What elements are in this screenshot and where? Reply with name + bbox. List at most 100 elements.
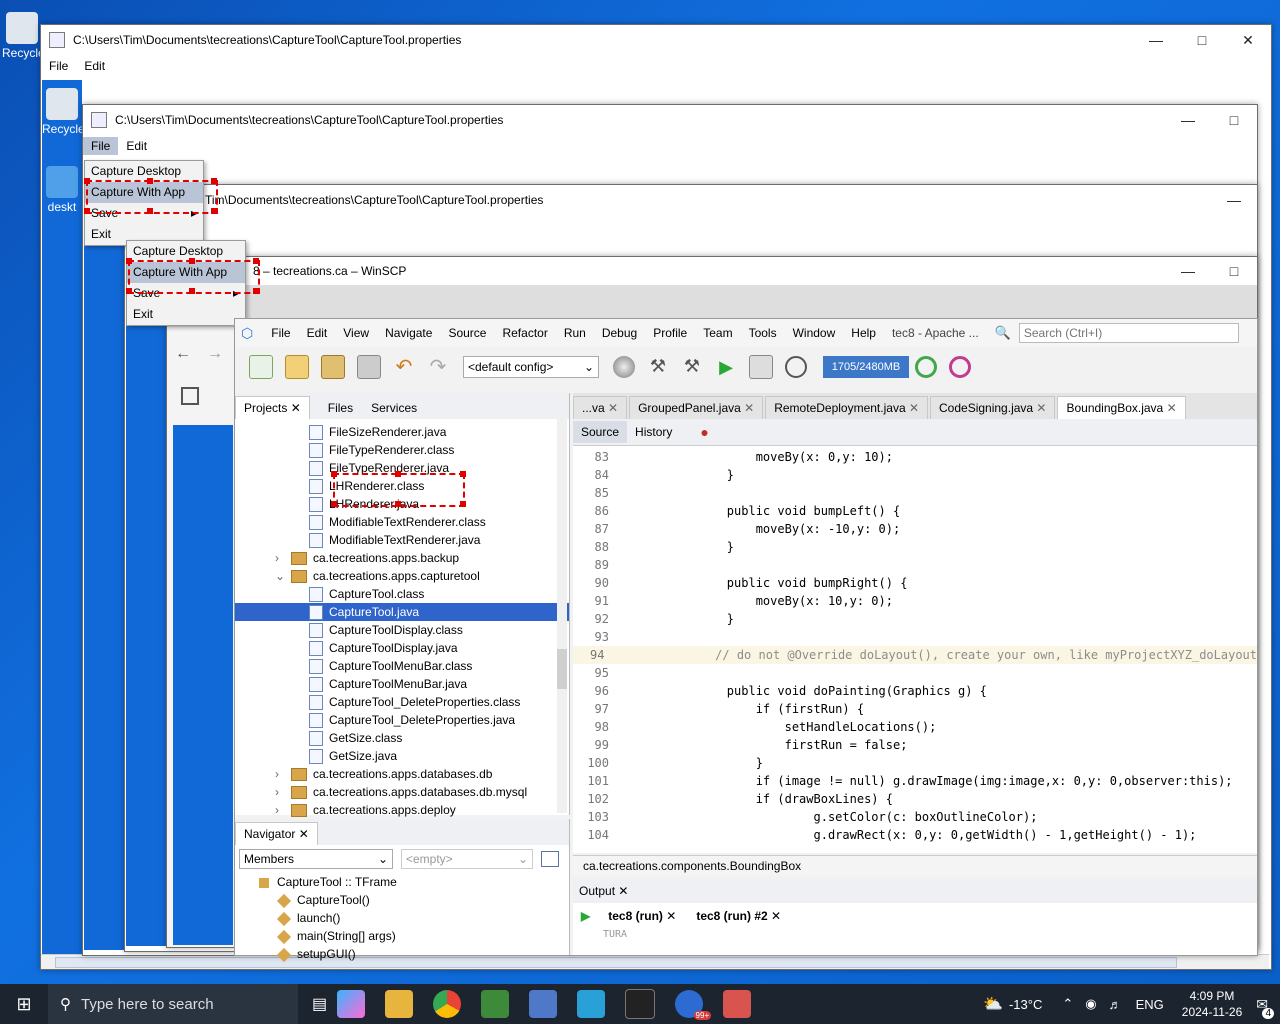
close-icon[interactable]: ✕ xyxy=(1163,401,1177,415)
tab-run-1[interactable]: tec8 (run) ✕ xyxy=(598,909,686,923)
editor-tab[interactable]: GroupedPanel.java ✕ xyxy=(629,396,764,419)
code-line[interactable]: 86 public void bumpLeft() { xyxy=(573,502,1257,520)
code-line[interactable]: 84 } xyxy=(573,466,1257,484)
line-number[interactable]: 93 xyxy=(573,628,613,646)
resize-handle[interactable] xyxy=(253,258,259,264)
weather-temp[interactable]: -13°C xyxy=(1009,997,1042,1012)
globe-icon[interactable] xyxy=(613,356,635,378)
maximize-button[interactable]: □ xyxy=(1211,256,1257,286)
tab-projects[interactable]: Projects ✕ xyxy=(235,396,310,419)
nb-menu-team[interactable]: Team xyxy=(695,326,740,340)
file-node[interactable]: ModifiableTextRenderer.class xyxy=(235,513,569,531)
tab-run-2[interactable]: tec8 (run) #2 ✕ xyxy=(686,909,791,923)
code-line[interactable]: 83 moveBy(x: 0,y: 10); xyxy=(573,448,1257,466)
tab-source[interactable]: Source xyxy=(573,421,628,443)
menu-item-exit[interactable]: Exit xyxy=(127,304,245,325)
build-hammer-icon[interactable]: ⚒ xyxy=(647,356,669,378)
winscp-icon[interactable] xyxy=(481,990,510,1018)
line-number[interactable]: 98 xyxy=(573,718,613,736)
navigator-item[interactable]: CaptureTool :: TFrame xyxy=(235,873,569,891)
resize-handle[interactable] xyxy=(331,501,337,507)
network-icon[interactable] xyxy=(529,990,558,1018)
code-line[interactable]: 91 moveBy(x: 10,y: 0); xyxy=(573,592,1257,610)
debug-icon[interactable] xyxy=(749,355,773,379)
minimize-button[interactable]: — xyxy=(1165,105,1211,135)
menu-file[interactable]: File xyxy=(83,137,119,155)
line-number[interactable]: 101 xyxy=(573,772,613,790)
file-node[interactable]: FileSizeRenderer.java xyxy=(235,423,569,441)
navigator-item[interactable]: launch() xyxy=(235,909,569,927)
clean-build-icon[interactable]: ⚒ xyxy=(681,356,703,378)
rerun-icon[interactable]: ▶ xyxy=(573,909,598,923)
close-icon[interactable]: ✕ xyxy=(1033,401,1046,415)
java-app-icon[interactable] xyxy=(723,990,752,1018)
resize-handle[interactable] xyxy=(253,288,259,294)
file-node[interactable]: CaptureToolDisplay.class xyxy=(235,621,569,639)
nb-menu-debug[interactable]: Debug xyxy=(594,326,645,340)
code-line[interactable]: 99 firstRun = false; xyxy=(573,736,1257,754)
code-line[interactable]: 96 public void doPainting(Graphics g) { xyxy=(573,682,1257,700)
line-number[interactable]: 103 xyxy=(573,808,613,826)
code-line[interactable]: 89 xyxy=(573,556,1257,574)
notification-icon[interactable]: ✉ 4 xyxy=(1256,996,1274,1019)
resize-handle[interactable] xyxy=(189,258,195,264)
nb-menu-profile[interactable]: Profile xyxy=(645,326,695,340)
nb-menu-navigate[interactable]: Navigate xyxy=(377,326,440,340)
clock[interactable]: 4:09 PM 2024-11-26 xyxy=(1182,988,1243,1020)
package-node[interactable]: › ca.tecreations.apps.databases.db.mysql xyxy=(235,783,569,801)
code-line[interactable]: 95 xyxy=(573,664,1257,682)
resize-handle[interactable] xyxy=(331,471,337,477)
package-node[interactable]: › ca.tecreations.apps.deploy xyxy=(235,801,569,819)
resize-handle[interactable] xyxy=(147,178,153,184)
new-file-icon[interactable] xyxy=(249,355,273,379)
resize-handle[interactable] xyxy=(460,501,466,507)
code-line[interactable]: 88 } xyxy=(573,538,1257,556)
code-line[interactable]: 97 if (firstRun) { xyxy=(573,700,1257,718)
file-node[interactable]: CaptureToolMenuBar.java xyxy=(235,675,569,693)
editor-tab[interactable]: CodeSigning.java ✕ xyxy=(930,396,1056,419)
file-node[interactable]: CaptureToolDisplay.java xyxy=(235,639,569,657)
package-node[interactable]: › ca.tecreations.apps.backup xyxy=(235,549,569,567)
desktop-icon-recycle[interactable]: Recycle xyxy=(2,12,45,60)
close-icon[interactable]: ✕ xyxy=(666,909,676,923)
new-project-icon[interactable] xyxy=(285,355,309,379)
line-number[interactable]: 83 xyxy=(573,448,613,466)
close-icon[interactable]: ✕ xyxy=(771,909,781,923)
lang-indicator[interactable]: ENG xyxy=(1136,997,1164,1012)
tray-chevron-icon[interactable]: ⌃ xyxy=(1062,996,1073,1012)
windows-start-icon[interactable]: ⊞ xyxy=(0,994,48,1015)
taskbar-search[interactable]: ⚲ Type here to search xyxy=(48,984,298,1024)
line-number[interactable]: 94 xyxy=(573,646,608,664)
line-number[interactable]: 86 xyxy=(573,502,613,520)
line-number[interactable]: 89 xyxy=(573,556,613,574)
navigator-item[interactable]: main(String[] args) xyxy=(235,927,569,945)
resize-handle[interactable] xyxy=(84,178,90,184)
maximize-button[interactable]: □ xyxy=(1211,105,1257,135)
expander-icon[interactable]: › xyxy=(275,801,279,819)
resize-handle[interactable] xyxy=(395,471,401,477)
file-node[interactable]: CaptureTool.class xyxy=(235,585,569,603)
line-number[interactable]: 91 xyxy=(573,592,613,610)
resize-handle[interactable] xyxy=(126,258,132,264)
code-line[interactable]: 103 g.setColor(c: boxOutlineColor); xyxy=(573,808,1257,826)
close-icon[interactable]: ✕ xyxy=(741,401,754,415)
resize-handle[interactable] xyxy=(189,288,195,294)
members-select[interactable]: Members ⌄ xyxy=(239,849,393,869)
breadcrumb[interactable]: ca.tecreations.components.BoundingBox xyxy=(573,859,801,873)
editor-tab[interactable]: RemoteDeployment.java ✕ xyxy=(765,396,929,419)
code-line[interactable]: 90 public void bumpRight() { xyxy=(573,574,1257,592)
undo-icon[interactable]: ↶ xyxy=(393,356,415,378)
file-node[interactable]: FileTypeRenderer.class xyxy=(235,441,569,459)
nb-menu-help[interactable]: Help xyxy=(843,326,884,340)
volume-icon[interactable]: ♬ xyxy=(1109,997,1122,1012)
nb-menu-source[interactable]: Source xyxy=(440,326,494,340)
chrome-icon[interactable] xyxy=(433,990,462,1018)
code-line[interactable]: 104 g.drawRect(x: 0,y: 0,getWidth() - 1,… xyxy=(573,826,1257,844)
resize-handle[interactable] xyxy=(395,501,401,507)
resize-handle[interactable] xyxy=(211,208,217,214)
tab-navigator[interactable]: Navigator ✕ xyxy=(235,822,318,845)
copilot-icon[interactable] xyxy=(337,990,366,1018)
wifi-icon[interactable]: ◉ xyxy=(1085,996,1096,1012)
resize-handle[interactable] xyxy=(460,471,466,477)
expander-icon[interactable]: › xyxy=(275,765,279,783)
